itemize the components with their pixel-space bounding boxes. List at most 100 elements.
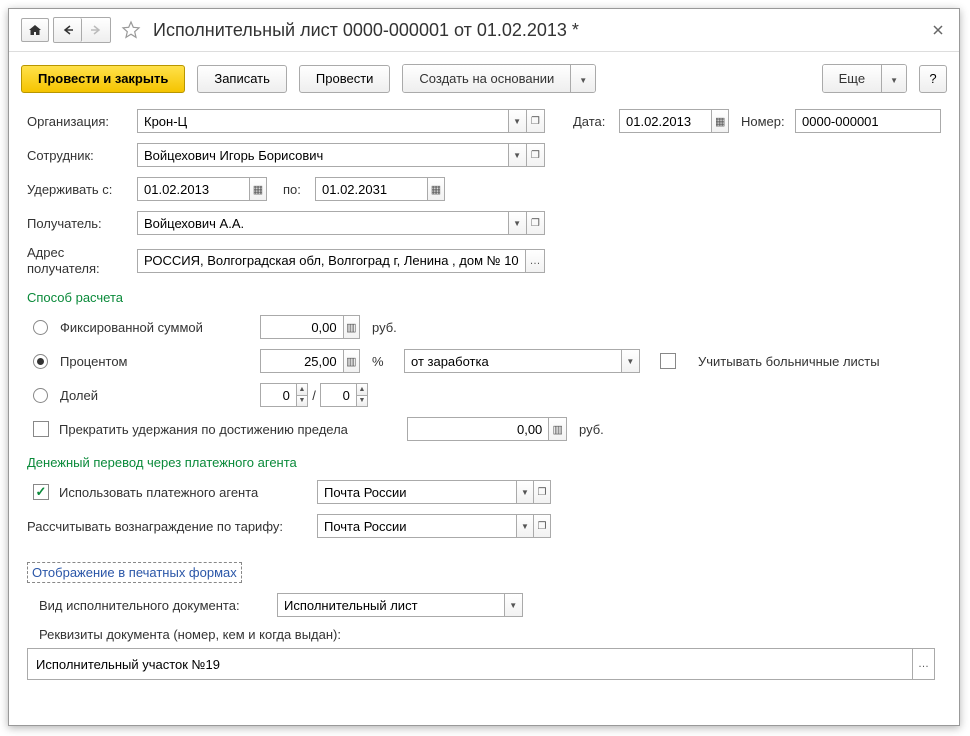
close-button[interactable]	[929, 21, 947, 39]
sick-leave-checkbox[interactable]	[660, 353, 676, 369]
stop-value[interactable]	[408, 418, 548, 440]
row-tariff: Рассчитывать вознаграждение по тарифу:	[27, 514, 941, 538]
home-icon	[28, 24, 42, 36]
back-button[interactable]	[54, 18, 82, 42]
withhold-to-label: по:	[283, 182, 315, 197]
recipient-open[interactable]	[526, 212, 544, 234]
print-section-link[interactable]: Отображение в печатных формах	[27, 562, 242, 583]
fraction-den[interactable]	[321, 384, 356, 406]
fraction-den-spinner[interactable]: ▲▼	[356, 384, 367, 406]
employee-input[interactable]	[137, 143, 545, 167]
create-based-arrow[interactable]	[570, 65, 595, 92]
forward-button[interactable]	[82, 18, 110, 42]
toolbar: Провести и закрыть Записать Провести Соз…	[9, 52, 959, 105]
stop-label: Прекратить удержания по достижению преде…	[59, 422, 407, 437]
percent-base-dropdown[interactable]	[621, 350, 639, 372]
agent-input[interactable]	[317, 480, 551, 504]
stop-calc[interactable]	[548, 418, 566, 440]
doc-type-input[interactable]	[277, 593, 523, 617]
number-value[interactable]	[796, 110, 940, 132]
row-recipient-addr: Адрес получателя:	[27, 245, 941, 276]
tariff-dropdown[interactable]	[516, 515, 533, 537]
withhold-from-cal[interactable]	[249, 178, 266, 200]
withhold-from-value[interactable]	[138, 178, 249, 200]
agent-open[interactable]	[533, 481, 550, 503]
employee-label: Сотрудник:	[27, 148, 137, 163]
stop-unit: руб.	[579, 422, 604, 437]
percent-input[interactable]	[260, 349, 360, 373]
help-button[interactable]: ?	[919, 65, 947, 93]
date-value[interactable]	[620, 110, 711, 132]
fraction-div: /	[308, 388, 320, 403]
employee-open[interactable]	[526, 144, 544, 166]
date-label: Дата:	[573, 114, 619, 129]
tariff-value[interactable]	[318, 515, 516, 537]
form-area: Организация: Дата: Номер: Сотрудник:	[9, 105, 959, 692]
fraction-num-input[interactable]: ▲▼	[260, 383, 308, 407]
date-input[interactable]	[619, 109, 729, 133]
tariff-open[interactable]	[533, 515, 550, 537]
recipient-input[interactable]	[137, 211, 545, 235]
withhold-to-input[interactable]	[315, 177, 445, 201]
date-calendar[interactable]	[711, 110, 728, 132]
employee-dropdown[interactable]	[508, 144, 526, 166]
fixed-calc[interactable]	[343, 316, 359, 338]
stop-input[interactable]	[407, 417, 567, 441]
favorite-button[interactable]	[121, 19, 143, 41]
stop-checkbox[interactable]	[33, 421, 49, 437]
agent-dropdown[interactable]	[516, 481, 533, 503]
fraction-num-spinner[interactable]: ▲▼	[296, 384, 307, 406]
recipient-value[interactable]	[138, 212, 508, 234]
fixed-label: Фиксированной суммой	[60, 320, 260, 335]
withhold-from-label: Удерживать с:	[27, 182, 137, 197]
home-button[interactable]	[21, 18, 49, 42]
tariff-label: Рассчитывать вознаграждение по тарифу:	[27, 519, 317, 534]
percent-value[interactable]	[261, 350, 343, 372]
tariff-input[interactable]	[317, 514, 551, 538]
post-button[interactable]: Провести	[299, 65, 391, 93]
percent-calc[interactable]	[343, 350, 359, 372]
org-open[interactable]	[526, 110, 544, 132]
number-input[interactable]	[795, 109, 941, 133]
agent-value[interactable]	[318, 481, 516, 503]
row-org: Организация: Дата: Номер:	[27, 109, 941, 133]
doc-type-dropdown[interactable]	[504, 594, 522, 616]
org-dropdown[interactable]	[508, 110, 526, 132]
save-button[interactable]: Записать	[197, 65, 287, 93]
recipient-addr-input[interactable]	[137, 249, 545, 273]
org-input[interactable]	[137, 109, 545, 133]
doc-type-value[interactable]	[278, 594, 504, 616]
more-split[interactable]: Еще	[822, 64, 907, 93]
details-input[interactable]	[27, 648, 935, 680]
org-value[interactable]	[138, 110, 508, 132]
details-ellipsis[interactable]	[912, 649, 934, 679]
recipient-addr-ellipsis[interactable]	[525, 250, 544, 272]
recipient-addr-value[interactable]	[138, 250, 525, 272]
fixed-value[interactable]	[261, 316, 343, 338]
fraction-den-input[interactable]: ▲▼	[320, 383, 368, 407]
row-doc-type: Вид исполнительного документа:	[27, 593, 941, 617]
use-agent-label: Использовать платежного агента	[59, 485, 317, 500]
recipient-dropdown[interactable]	[508, 212, 526, 234]
radio-fraction[interactable]	[33, 388, 48, 403]
radio-fixed[interactable]	[33, 320, 48, 335]
recipient-label: Получатель:	[27, 216, 137, 231]
arrow-right-icon	[90, 25, 102, 35]
row-use-agent: Использовать платежного агента	[27, 480, 941, 504]
use-agent-checkbox[interactable]	[33, 484, 49, 500]
fraction-label: Долей	[60, 388, 260, 403]
create-based-split[interactable]: Создать на основании	[402, 64, 596, 93]
details-value[interactable]	[28, 653, 912, 676]
fixed-input[interactable]	[260, 315, 360, 339]
withhold-to-cal[interactable]	[427, 178, 444, 200]
radio-percent[interactable]	[33, 354, 48, 369]
row-stop: Прекратить удержания по достижению преде…	[27, 417, 941, 441]
post-and-close-button[interactable]: Провести и закрыть	[21, 65, 185, 93]
more-arrow[interactable]	[881, 65, 906, 92]
percent-base-input[interactable]	[404, 349, 640, 373]
employee-value[interactable]	[138, 144, 508, 166]
percent-base-value[interactable]	[405, 350, 621, 372]
withhold-to-value[interactable]	[316, 178, 427, 200]
withhold-from-input[interactable]	[137, 177, 267, 201]
fraction-num[interactable]	[261, 384, 296, 406]
